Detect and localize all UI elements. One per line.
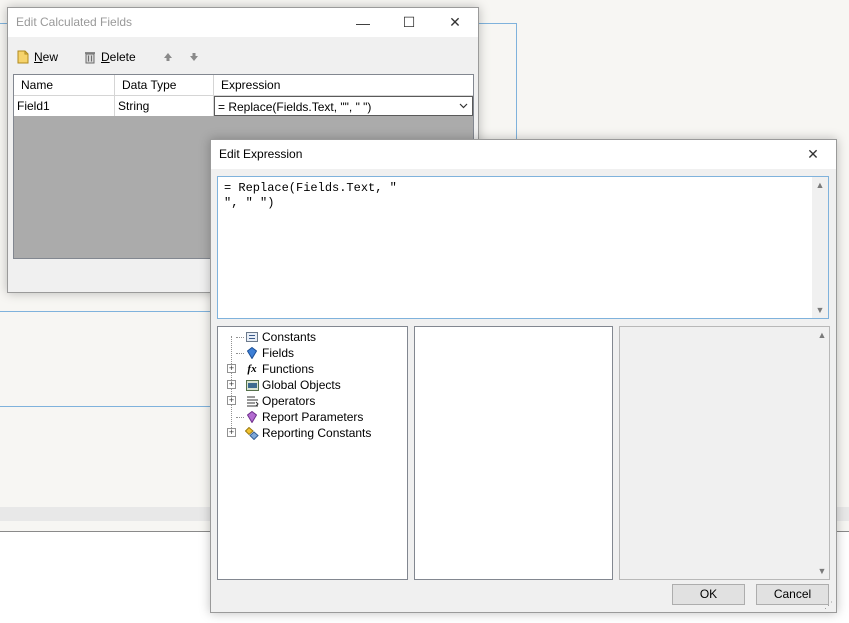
tree-item-constants[interactable]: Constants — [218, 329, 407, 345]
maximize-icon: ☐ — [402, 14, 416, 30]
constants-icon — [245, 330, 259, 344]
trash-icon — [85, 52, 95, 64]
category-tree: Constants Fields + fx Functions + Global… — [217, 326, 408, 580]
tree-item-fields[interactable]: Fields — [218, 345, 407, 361]
tree-item-label: Global Objects — [262, 378, 341, 392]
cell-name[interactable]: Field1 — [14, 96, 115, 116]
editor-scrollbar[interactable]: ▲ ▼ — [812, 177, 828, 318]
close-button[interactable]: ✕ — [790, 140, 836, 169]
cell-expression-value: = Replace(Fields.Text, "", " ") — [218, 100, 372, 114]
expand-icon[interactable]: + — [227, 380, 236, 389]
description-scrollbar[interactable]: ▲ ▼ — [814, 327, 829, 579]
resize-grip-icon[interactable]: ⋰ — [824, 600, 834, 610]
scroll-down-icon[interactable]: ▼ — [812, 302, 828, 318]
column-header-name[interactable]: Name — [14, 75, 115, 95]
designer-guide-line — [0, 406, 211, 407]
report-parameters-icon — [245, 410, 259, 424]
expression-text[interactable]: = Replace(Fields.Text, " ", " ") — [224, 181, 397, 211]
close-button[interactable]: ✕ — [432, 8, 478, 37]
window-title: Edit Calculated Fields — [16, 15, 133, 29]
reporting-constants-icon — [245, 426, 259, 440]
titlebar: Edit Calculated Fields — ☐ ✕ — [8, 8, 478, 37]
delete-button[interactable]: Delete — [84, 46, 136, 68]
function-icon: fx — [245, 362, 259, 376]
column-header-expression[interactable]: Expression — [214, 75, 473, 95]
new-button-label: New — [34, 50, 59, 64]
scroll-up-icon[interactable]: ▲ — [812, 177, 828, 193]
new-document-icon — [17, 50, 29, 64]
operators-icon — [245, 394, 259, 408]
tree-item-label: Constants — [262, 330, 317, 344]
global-objects-icon — [245, 378, 259, 392]
scroll-up-icon[interactable]: ▲ — [814, 327, 830, 343]
tree-item-label: Functions — [262, 362, 315, 376]
tree-item-label: Fields — [262, 346, 295, 360]
maximize-button[interactable]: ☐ — [386, 8, 432, 37]
expand-icon[interactable]: + — [227, 396, 236, 405]
close-icon: ✕ — [449, 14, 461, 30]
scroll-down-icon[interactable]: ▼ — [814, 563, 830, 579]
description-pane: ▲ ▼ — [619, 326, 830, 580]
grid-header: Name Data Type Expression — [14, 75, 473, 96]
tree-connector — [236, 417, 244, 418]
toolbar: New Delete — [8, 46, 478, 68]
cell-expression-dropdown[interactable]: = Replace(Fields.Text, "", " ") — [214, 96, 473, 116]
column-header-data-type[interactable]: Data Type — [115, 75, 214, 95]
expand-icon[interactable]: + — [227, 428, 236, 437]
cancel-button[interactable]: Cancel — [756, 584, 829, 605]
designer-guide-line — [0, 311, 211, 312]
move-down-button[interactable] — [189, 46, 199, 68]
tree-item-report-parameters[interactable]: Report Parameters — [218, 409, 407, 425]
tree-connector — [236, 353, 244, 354]
function-icon-glyph: fx — [247, 363, 257, 375]
tree-item-label: Report Parameters — [262, 410, 364, 424]
edit-expression-window: Edit Expression ✕ = Replace(Fields.Text,… — [210, 139, 837, 613]
move-up-button[interactable] — [163, 46, 173, 68]
tree-item-label: Operators — [262, 394, 316, 408]
table-row[interactable]: Field1 String = Replace(Fields.Text, "",… — [14, 96, 473, 116]
minimize-icon: — — [356, 14, 370, 31]
tree-item-label: Reporting Constants — [262, 426, 372, 440]
tree-connector — [236, 337, 244, 338]
chevron-down-icon[interactable] — [459, 103, 468, 109]
titlebar: Edit Expression ✕ — [211, 140, 836, 169]
ok-button[interactable]: OK — [672, 584, 745, 605]
cell-data-type[interactable]: String — [115, 96, 214, 116]
new-button[interactable]: New — [17, 46, 58, 68]
fields-icon — [245, 346, 259, 360]
delete-button-label: Delete — [101, 50, 136, 64]
tree-item-functions[interactable]: + fx Functions — [218, 361, 407, 377]
items-list[interactable] — [414, 326, 613, 580]
expression-editor[interactable]: = Replace(Fields.Text, " ", " ") ▲ ▼ — [217, 176, 829, 319]
tree-item-global-objects[interactable]: + Global Objects — [218, 377, 407, 393]
expand-icon[interactable]: + — [227, 364, 236, 373]
arrow-down-icon — [190, 53, 198, 61]
arrow-up-icon — [164, 53, 172, 61]
tree-item-reporting-constants[interactable]: + Reporting Constants — [218, 425, 407, 441]
minimize-button[interactable]: — — [340, 8, 386, 37]
window-title: Edit Expression — [219, 147, 303, 161]
tree-item-operators[interactable]: + Operators — [218, 393, 407, 409]
close-icon: ✕ — [807, 146, 819, 162]
designer-guide-line — [516, 23, 517, 139]
